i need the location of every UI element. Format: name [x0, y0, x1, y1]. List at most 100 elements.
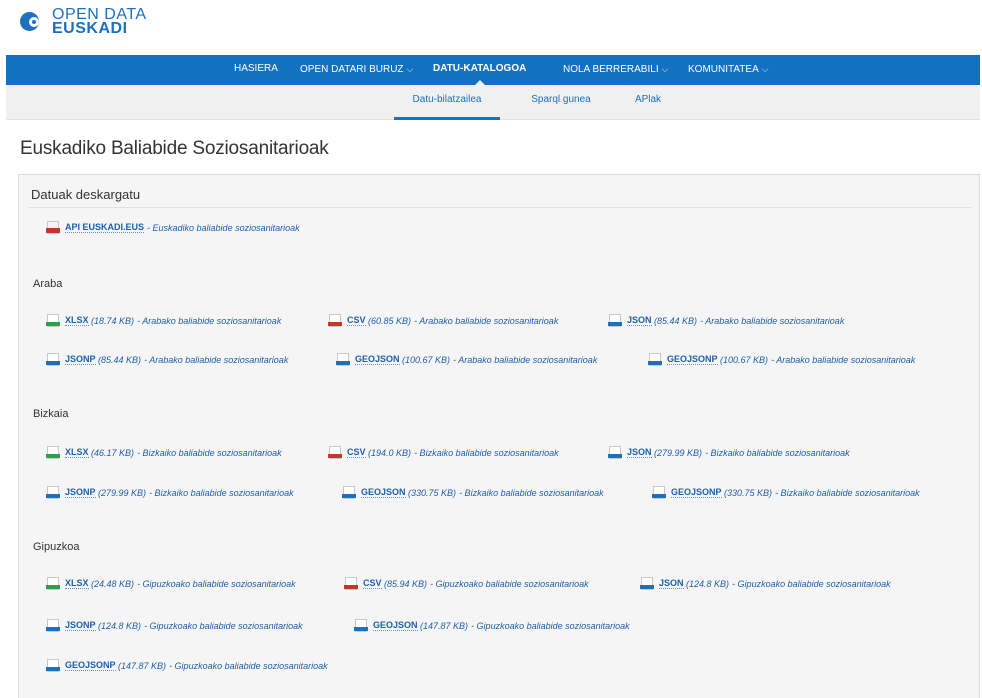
link-size: (279.99 KB): [654, 447, 703, 458]
geojson-file-icon: [336, 353, 350, 366]
link-format: GEOJSON: [361, 487, 406, 498]
tab-label: APlak: [634, 94, 662, 105]
logo-text: OPEN DATA EUSKADI: [52, 7, 147, 37]
link-format: API EUSKADI.EUS: [65, 222, 145, 233]
nav-item-hasiera[interactable]: HASIERA: [234, 55, 278, 85]
link-description: - Arabako baliabide soziosanitarioak: [453, 354, 598, 365]
xlsx-file-icon: [46, 446, 60, 459]
panel-heading: Datuak deskargatu: [31, 187, 141, 202]
link-size: (85.44 KB): [654, 315, 698, 326]
tab-aplak[interactable]: APlak: [620, 85, 676, 117]
link-format: JSONP: [65, 487, 96, 498]
link-format: CSV: [347, 315, 366, 326]
download-link-jsonp[interactable]: JSONP (85.44 KB) - Arabako baliabide soz…: [46, 353, 289, 366]
nav-item-label: DATU-KATALOGOA: [433, 63, 527, 74]
link-description: - Gipuzkoako baliabide soziosanitarioak: [471, 620, 630, 631]
download-link-geojsonp[interactable]: GEOJSONP (100.67 KB) - Arabako baliabide…: [648, 353, 915, 366]
link-size: (85.94 KB): [384, 578, 428, 589]
link-size: (124.8 KB): [686, 578, 730, 589]
link-description: - Arabako baliabide soziosanitarioak: [144, 354, 289, 365]
api-file-icon: [46, 221, 60, 234]
link-description: - Arabako baliabide soziosanitarioak: [137, 315, 282, 326]
nav-item-nola-berrerabili[interactable]: NOLA BERRERABILI ⌵: [563, 55, 668, 85]
link-format: JSON: [627, 315, 652, 326]
link-size: (147.87 KB): [420, 620, 469, 631]
link-size: (100.67 KB): [720, 354, 769, 365]
nav-item-open-datari-buruz[interactable]: OPEN DATARI BURUZ ⌵: [300, 55, 413, 85]
section-title-bizkaia: Bizkaia: [33, 408, 69, 420]
link-description: - Bizkaiko baliabide soziosanitarioak: [775, 487, 920, 498]
section-title-gipuzkoa: Gipuzkoa: [33, 541, 80, 553]
chevron-down-icon: ⌵: [661, 64, 669, 74]
link-description: - Bizkaiko baliabide soziosanitarioak: [705, 447, 850, 458]
json-file-icon: [608, 446, 622, 459]
download-link-geojson[interactable]: GEOJSON (100.67 KB) - Arabako baliabide …: [336, 353, 598, 366]
link-format: XLSX: [65, 578, 89, 589]
link-size: (330.75 KB): [408, 487, 457, 498]
link-size: (194.0 KB): [368, 447, 412, 458]
link-size: (147.87 KB): [118, 660, 167, 671]
link-size: (46.17 KB): [91, 447, 135, 458]
download-link-csv[interactable]: CSV (85.94 KB) - Gipuzkoako baliabide so…: [344, 577, 589, 590]
section-title-araba: Araba: [33, 278, 63, 290]
nav-item-datu-katalogoa[interactable]: DATU-KATALOGOA: [433, 55, 526, 85]
download-link-json[interactable]: JSON (279.99 KB) - Bizkaiko baliabide so…: [608, 446, 850, 459]
download-link-xlsx[interactable]: XLSX (18.74 KB) - Arabako baliabide sozi…: [46, 314, 282, 327]
page-title: Euskadiko Baliabide Soziosanitarioak: [20, 138, 329, 159]
download-link-csv[interactable]: CSV (60.85 KB) - Arabako baliabide sozio…: [328, 314, 559, 327]
link-format: JSONP: [65, 354, 96, 365]
tab-sparql-gunea[interactable]: Sparql gunea: [516, 85, 606, 117]
link-description: - Bizkaiko baliabide soziosanitarioak: [149, 487, 294, 498]
link-description: - Bizkaiko baliabide soziosanitarioak: [459, 487, 604, 498]
main-navigation: HASIERA OPEN DATARI BURUZ ⌵ DATU-KATALOGO…: [6, 55, 980, 85]
chevron-down-icon: ⌵: [761, 64, 769, 74]
jsonp-file-icon: [46, 486, 60, 499]
link-description: - Arabako baliabide soziosanitarioak: [700, 315, 845, 326]
download-link-csv[interactable]: CSV (194.0 KB) - Bizkaiko baliabide sozi…: [328, 446, 559, 459]
tab-datu-bilatzailea[interactable]: Datu-bilatzailea: [394, 85, 500, 120]
download-link-json[interactable]: JSON (85.44 KB) - Arabako baliabide sozi…: [608, 314, 845, 327]
link-description: - Bizkaiko baliabide soziosanitarioak: [414, 447, 559, 458]
geojson-file-icon: [354, 619, 368, 632]
link-description: - Gipuzkoako baliabide soziosanitarioak: [137, 578, 296, 589]
download-link-geojson[interactable]: GEOJSON (330.75 KB) - Bizkaiko baliabide…: [342, 486, 604, 499]
download-link-geojson[interactable]: GEOJSON (147.87 KB) - Gipuzkoako baliabi…: [354, 619, 630, 632]
link-format: JSON: [627, 447, 652, 458]
nav-item-label: OPEN DATARI BURUZ: [300, 64, 404, 75]
logo-mark-icon: [20, 9, 46, 35]
xlsx-file-icon: [46, 314, 60, 327]
download-link-xlsx[interactable]: XLSX (46.17 KB) - Bizkaiko baliabide soz…: [46, 446, 282, 459]
csv-file-icon: [328, 446, 342, 459]
link-description: - Gipuzkoako baliabide soziosanitarioak: [144, 620, 303, 631]
geojsonp-file-icon: [648, 353, 662, 366]
geojson-file-icon: [342, 486, 356, 499]
link-description: - Arabako baliabide soziosanitarioak: [414, 315, 559, 326]
download-link-jsonp[interactable]: JSONP (124.8 KB) - Gipuzkoako baliabide …: [46, 619, 303, 632]
download-link-xlsx[interactable]: XLSX (24.48 KB) - Gipuzkoako baliabide s…: [46, 577, 296, 590]
download-link-api[interactable]: API EUSKADI.EUS - Euskadiko baliabide so…: [46, 221, 300, 234]
link-size: (85.44 KB): [98, 354, 142, 365]
geojsonp-file-icon: [46, 659, 60, 672]
csv-file-icon: [344, 577, 358, 590]
tab-label: Sparql gunea: [531, 94, 591, 105]
download-link-geojsonp[interactable]: GEOJSONP (330.75 KB) - Bizkaiko baliabid…: [652, 486, 920, 499]
geojsonp-file-icon: [652, 486, 666, 499]
download-link-jsonp[interactable]: JSONP (279.99 KB) - Bizkaiko baliabide s…: [46, 486, 294, 499]
link-size: (124.8 KB): [98, 620, 142, 631]
link-format: XLSX: [65, 315, 89, 326]
divider: [29, 207, 971, 208]
download-link-geojsonp[interactable]: GEOJSONP (147.87 KB) - Gipuzkoako baliab…: [46, 659, 328, 672]
nav-item-komunitatea[interactable]: KOMUNITATEA ⌵: [688, 55, 769, 85]
link-format: CSV: [347, 447, 366, 458]
download-link-json[interactable]: JSON (124.8 KB) - Gipuzkoako baliabide s…: [640, 577, 891, 590]
link-format: JSON: [659, 578, 684, 589]
tab-label: Datu-bilatzailea: [412, 94, 482, 105]
downloads-panel: Datuak deskargatu API EUSKADI.EUS - Eusk…: [18, 174, 980, 698]
link-format: GEOJSON: [355, 354, 400, 365]
nav-item-label: KOMUNITATEA: [688, 64, 759, 75]
link-format: CSV: [363, 578, 382, 589]
link-format: GEOJSONP: [667, 354, 718, 365]
open-data-euskadi-logo[interactable]: OPEN DATA EUSKADI: [20, 7, 147, 37]
csv-file-icon: [328, 314, 342, 327]
link-description: - Gipuzkoako baliabide soziosanitarioak: [732, 578, 891, 589]
